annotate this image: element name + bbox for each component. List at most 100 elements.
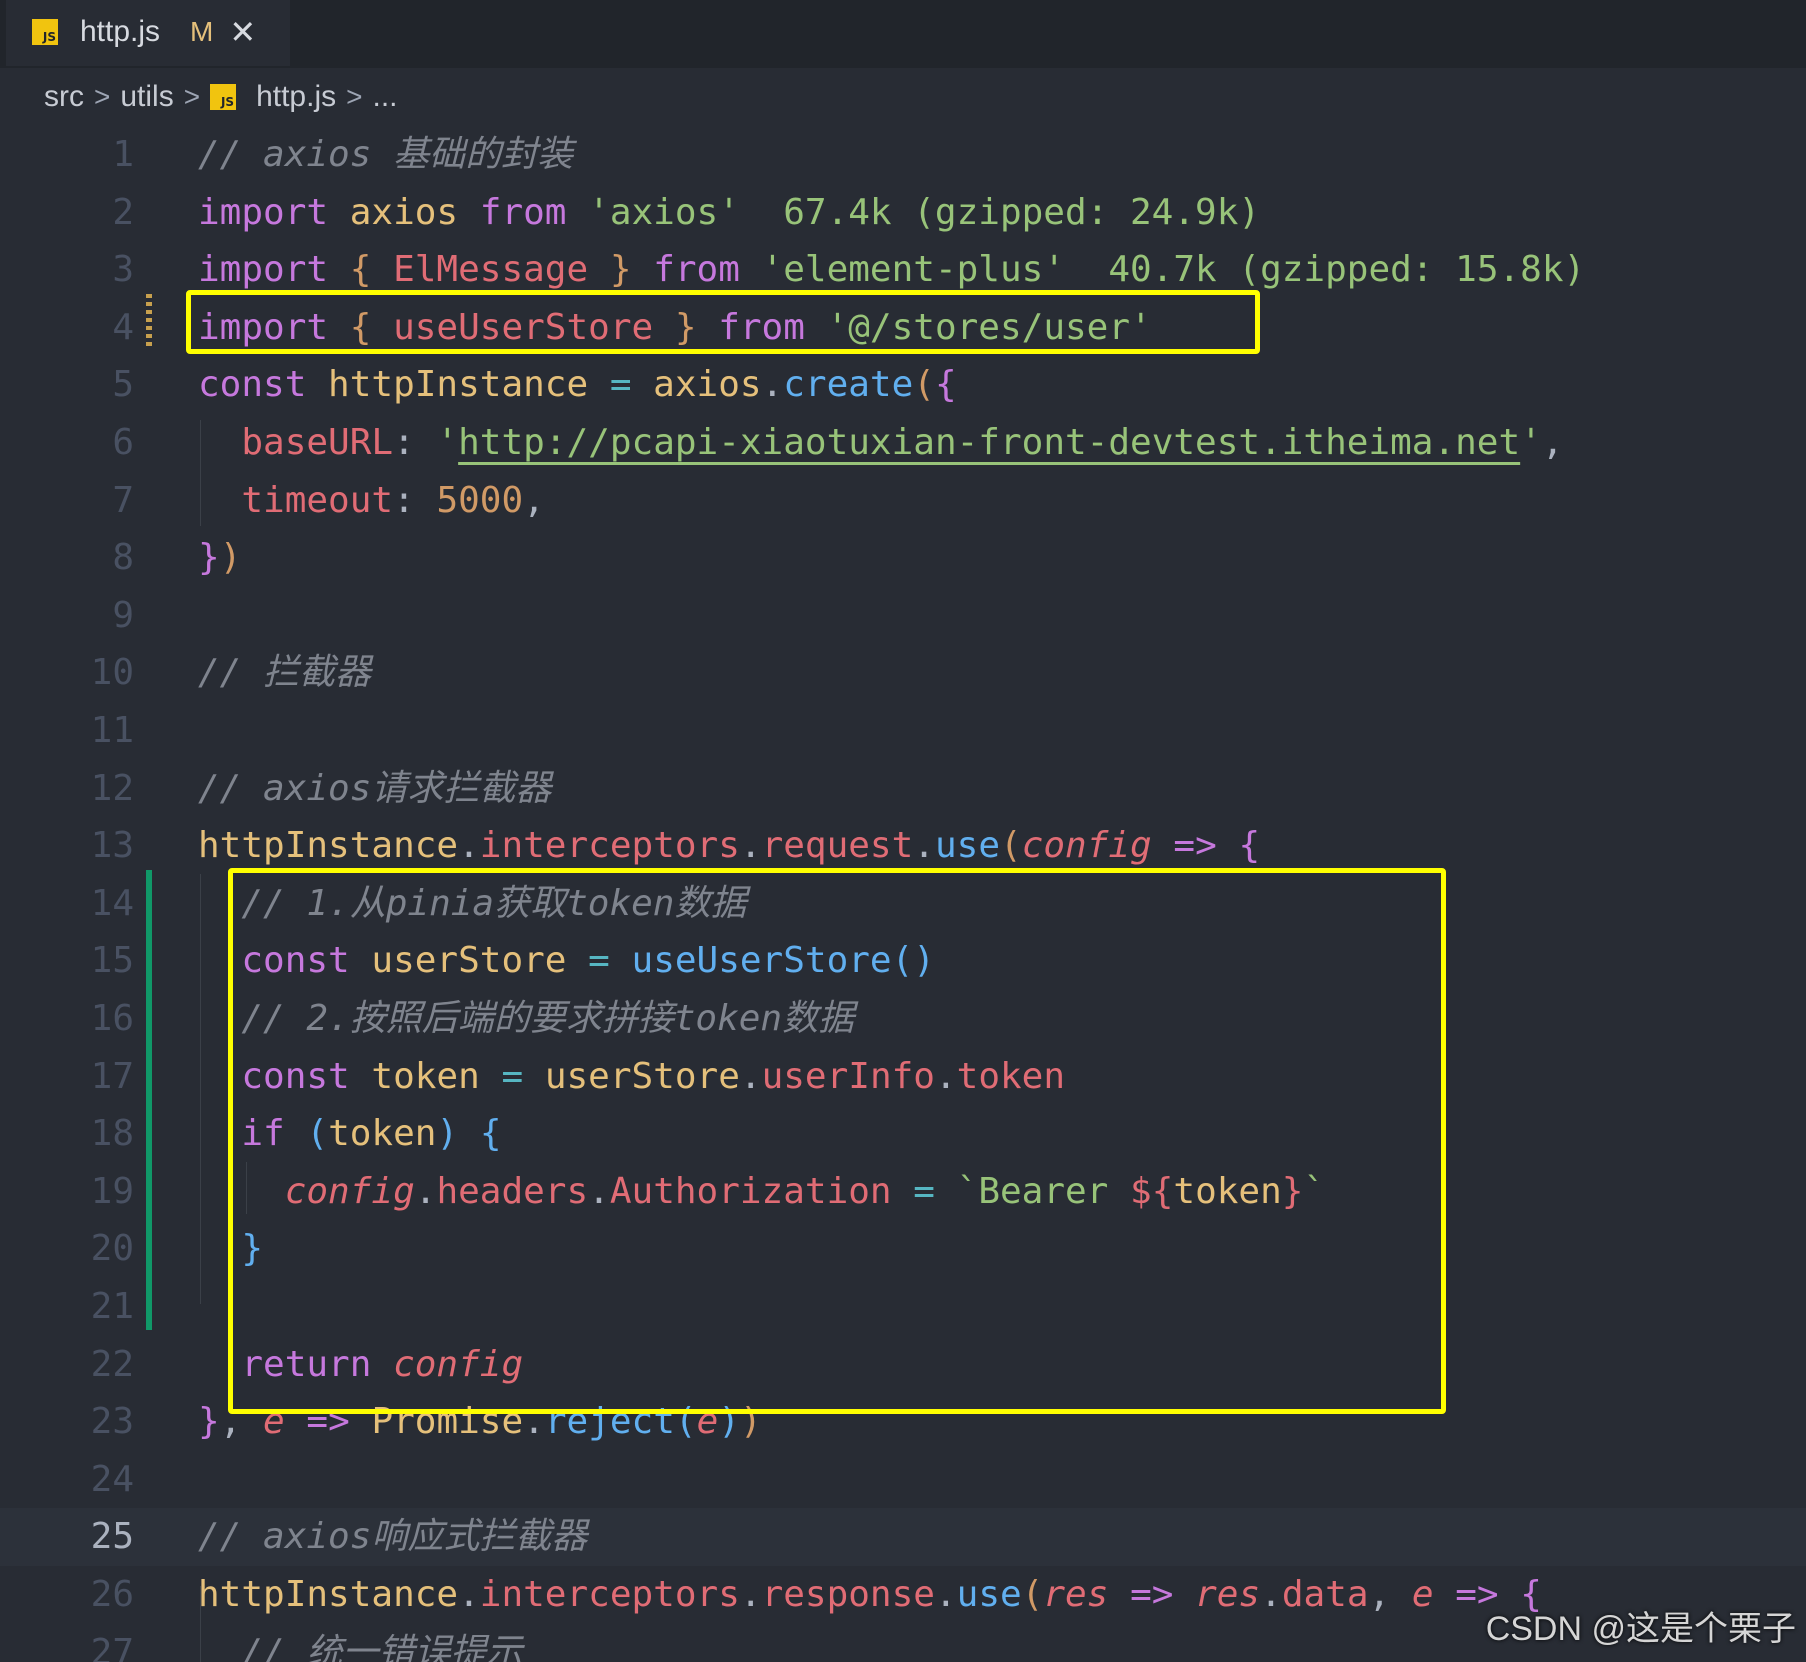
breadcrumb-src[interactable]: src [44, 80, 84, 114]
code-line[interactable]: 18 if (token) { [0, 1105, 1806, 1163]
code-line[interactable]: 6 baseURL: 'http://pcapi-xiaotuxian-fron… [0, 414, 1806, 472]
tab-bar: JS http.js M ✕ [0, 0, 1806, 68]
code-text: const httpInstance = axios.create({ [198, 356, 957, 414]
code-text: }, e => Promise.reject(e)) [198, 1393, 762, 1451]
code-token: from [718, 306, 827, 348]
code-token: useUserStore [393, 306, 675, 348]
code-editor[interactable]: 1// axios 基础的封装 2 import axios from 'axios… [0, 126, 1806, 1662]
code-token: . [934, 1574, 957, 1615]
line-number: 13 [90, 825, 134, 867]
code-line[interactable]: 22 return config [0, 1336, 1806, 1394]
code-line[interactable]: 25 // axios响应式拦截器 [0, 1508, 1806, 1566]
code-text: const userStore = useUserStore() [198, 932, 935, 990]
breadcrumb-symbols[interactable]: ... [372, 80, 397, 114]
code-text: import { useUserStore } from '@/stores/u… [198, 299, 1152, 357]
line-number: 3 [112, 249, 134, 291]
code-token: . [458, 825, 480, 867]
code-token: . [934, 1055, 957, 1097]
code-token: config [1021, 825, 1174, 867]
line-number: 17 [90, 1055, 134, 1097]
code-token: httpInstance [198, 1574, 459, 1615]
code-token: 5000 [436, 479, 524, 521]
code-token: config [284, 1170, 415, 1212]
code-line[interactable]: 9 [0, 587, 1806, 645]
code-line[interactable]: 11 [0, 702, 1806, 760]
code-line[interactable]: 1 // axios 基础的封装 [0, 126, 1806, 184]
code-line[interactable]: 10 // 拦截器 [0, 644, 1806, 702]
code-token: const [198, 364, 329, 406]
code-token: httpInstance [198, 825, 459, 867]
code-line[interactable]: 16 // 2.按照后端的要求拼接token数据 [0, 990, 1806, 1048]
tab-http-js[interactable]: JS http.js M ✕ [6, 0, 290, 66]
code-line[interactable]: 23}, e => Promise.reject(e)) [0, 1393, 1806, 1451]
code-token: : [393, 479, 437, 521]
code-token: ) [718, 1401, 740, 1443]
code-token: // 统一错误提示 [241, 1631, 523, 1662]
code-token: const [241, 940, 372, 982]
code-line[interactable]: 15 const userStore = useUserStore() [0, 932, 1806, 990]
code-token: . [761, 364, 784, 406]
code-token: . [739, 825, 762, 867]
code-line[interactable]: 21 [0, 1278, 1806, 1336]
line-number: 24 [90, 1458, 134, 1500]
line-number: 7 [112, 479, 134, 521]
code-token: ) [219, 537, 242, 579]
code-line[interactable]: 7 timeout: 5000, [0, 472, 1806, 530]
close-icon[interactable]: ✕ [229, 13, 256, 51]
code-token: // axios响应式拦截器 [198, 1516, 588, 1558]
code-token: `Bearer [956, 1170, 1131, 1212]
code-token: . [414, 1170, 437, 1212]
line-number: 14 [90, 882, 134, 924]
code-token: res [1043, 1574, 1131, 1615]
code-line[interactable]: 24 [0, 1451, 1806, 1509]
code-token: interceptors [479, 825, 740, 867]
code-token: ) [436, 1113, 480, 1155]
code-token: ' [436, 422, 459, 463]
code-token: . [739, 1055, 762, 1097]
code-token: 40.7k (gzipped: 15.8k) [1108, 249, 1586, 291]
code-line[interactable]: 3 import { ElMessage } from 'element-plus… [0, 241, 1806, 299]
line-number: 6 [112, 422, 134, 463]
breadcrumb-utils[interactable]: utils [120, 80, 173, 114]
code-token: ) [739, 1401, 762, 1443]
code-text: httpInstance.interceptors.response.use(r… [198, 1566, 1542, 1624]
code-line[interactable]: 13 httpInstance.interceptors.request.use(… [0, 817, 1806, 875]
code-token: = [913, 1170, 957, 1212]
code-token: res [1195, 1574, 1261, 1615]
line-number: 8 [112, 537, 134, 579]
code-line[interactable]: 12 // axios请求拦截器 [0, 760, 1806, 818]
code-token: reject [544, 1401, 675, 1443]
code-token: Authorization [609, 1170, 914, 1212]
code-text: timeout: 5000, [198, 472, 544, 530]
code-line[interactable]: 20 } [0, 1220, 1806, 1278]
code-token: ${ [1130, 1170, 1174, 1212]
line-number: 27 [90, 1631, 134, 1662]
code-line[interactable]: 19 config.headers.Authorization = `Beare… [0, 1163, 1806, 1221]
breadcrumb-file[interactable]: http.js [256, 80, 336, 114]
line-number: 10 [90, 652, 134, 694]
chevron-right-icon: > [346, 81, 363, 112]
code-line[interactable]: 14 // 1.从pinia获取token数据 [0, 875, 1806, 933]
code-token: // axios 基础的封装 [198, 134, 574, 175]
code-line[interactable]: 4 import { useUserStore } from '@/stores/… [0, 299, 1806, 357]
code-token: const [241, 1055, 372, 1097]
code-text: // axios响应式拦截器 [198, 1508, 587, 1566]
code-token: // axios请求拦截器 [198, 767, 552, 809]
line-number: 21 [90, 1286, 134, 1327]
code-token: ` [1303, 1170, 1326, 1212]
code-text: }) [198, 529, 241, 587]
line-number: 2 [112, 191, 134, 233]
line-number: 26 [90, 1574, 134, 1615]
code-token: // 拦截器 [198, 652, 372, 694]
code-line[interactable]: 5 const httpInstance = axios.create({ [0, 356, 1806, 414]
code-line[interactable]: 17 const token = userStore.userInfo.toke… [0, 1048, 1806, 1106]
code-token: userStore [371, 940, 589, 982]
code-line[interactable]: 8}) [0, 529, 1806, 587]
code-token: . [913, 825, 935, 867]
code-token: { [1238, 825, 1261, 867]
code-line[interactable]: 2 import axios from 'axios' 67.4k (gzippe… [0, 184, 1806, 242]
